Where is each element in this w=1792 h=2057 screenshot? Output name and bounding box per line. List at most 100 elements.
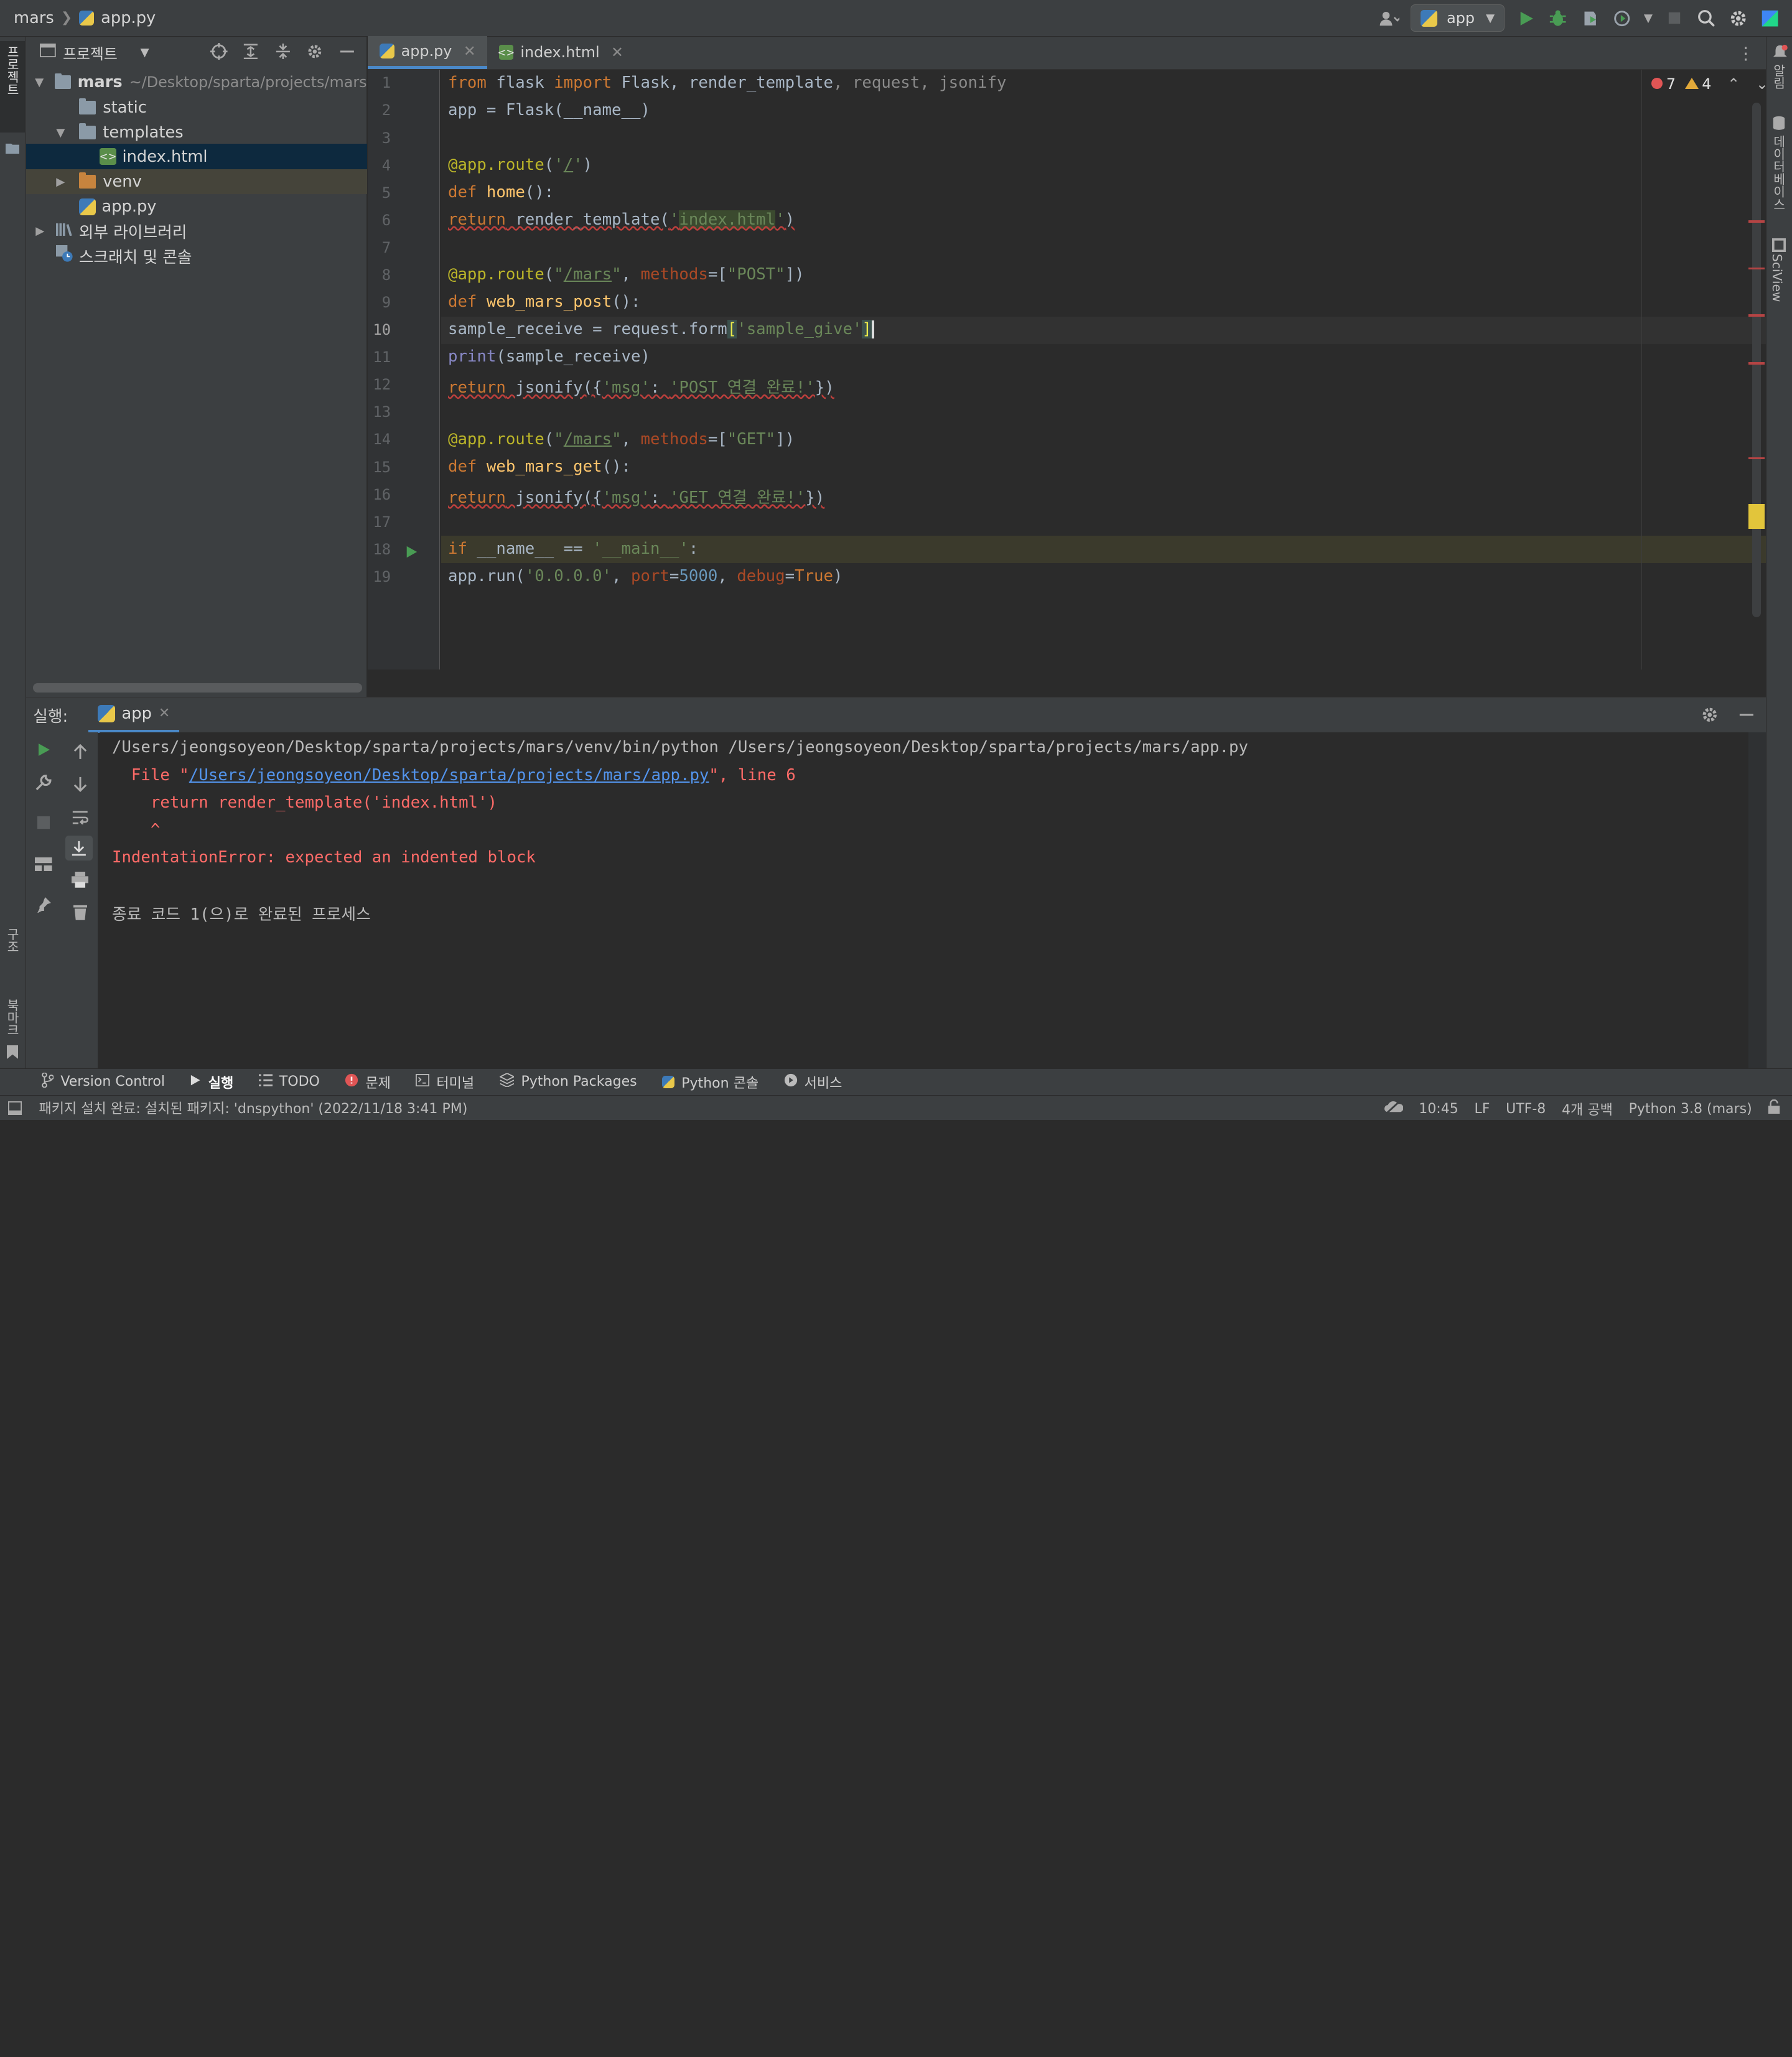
code-line[interactable] bbox=[441, 508, 1766, 536]
tool-tab-run[interactable]: 실행 bbox=[190, 1072, 233, 1092]
code-line[interactable] bbox=[441, 124, 1766, 152]
tree-item-templates[interactable]: ▼ templates bbox=[26, 120, 366, 145]
print-icon[interactable] bbox=[70, 870, 90, 890]
tree-item-app-py[interactable]: app.py bbox=[26, 194, 366, 219]
tab-app-py[interactable]: app.py ✕ bbox=[368, 35, 488, 70]
tool-tab-python-packages[interactable]: Python Packages bbox=[498, 1072, 637, 1091]
notifications-tool-button[interactable]: 알림 bbox=[1770, 64, 1788, 89]
profile-icon[interactable] bbox=[1612, 8, 1632, 29]
code-line[interactable]: @app.route("/mars", methods=["GET"]) bbox=[441, 426, 1766, 454]
code-line[interactable]: app = Flask(__name__) bbox=[441, 97, 1766, 124]
tool-tab-services[interactable]: 서비스 bbox=[784, 1072, 842, 1092]
error-stripe-mark[interactable] bbox=[1748, 314, 1765, 317]
settings-gear-icon[interactable] bbox=[1728, 8, 1748, 29]
console-file-link[interactable]: /Users/jeongsoyeon/Desktop/sparta/projec… bbox=[189, 766, 709, 785]
breadcrumb-project[interactable]: mars bbox=[14, 9, 54, 27]
code-line-highlighted[interactable]: if __name__ == '__main__': bbox=[441, 536, 1766, 564]
project-tool-button[interactable]: 프로젝트 bbox=[4, 45, 22, 96]
toggle-tool-windows-icon[interactable] bbox=[7, 1101, 22, 1119]
code-line[interactable] bbox=[441, 399, 1766, 426]
warning-count[interactable]: 4 bbox=[1684, 75, 1711, 93]
sciview-tool-button[interactable]: SciView bbox=[1770, 254, 1785, 302]
code-line[interactable]: from flask import Flask, render_template… bbox=[441, 70, 1766, 97]
code-line[interactable] bbox=[441, 235, 1766, 262]
code-line[interactable]: app.run('0.0.0.0', port=5000, debug=True… bbox=[441, 563, 1766, 590]
caret-position[interactable]: 10:45 bbox=[1419, 1101, 1458, 1117]
line-separator[interactable]: LF bbox=[1474, 1101, 1490, 1117]
code-line[interactable]: return jsonify({'msg': 'POST 연결 완료!'}) bbox=[441, 371, 1766, 399]
bookmarks-tool-button[interactable]: 북마크 bbox=[4, 999, 22, 1037]
close-tab-icon[interactable]: ✕ bbox=[464, 42, 476, 60]
code-line[interactable]: @app.route('/') bbox=[441, 152, 1766, 179]
chevron-down-icon[interactable]: ▼ bbox=[31, 76, 48, 89]
vcs-user-icon[interactable] bbox=[1379, 8, 1399, 29]
database-tool-button[interactable]: 데이터베이스 bbox=[1770, 135, 1788, 210]
soft-wrap-icon[interactable] bbox=[70, 807, 90, 828]
next-highlight-icon[interactable]: ⌄ bbox=[1756, 75, 1768, 93]
previous-highlight-icon[interactable]: ⌃ bbox=[1727, 75, 1740, 93]
tool-tab-todo[interactable]: TODO bbox=[258, 1074, 320, 1090]
project-view-selector[interactable]: 프로젝트 bbox=[63, 42, 118, 63]
error-stripe-mark[interactable] bbox=[1748, 267, 1765, 270]
notification-bell-icon[interactable] bbox=[1772, 44, 1788, 65]
code-line[interactable]: return render_template('index.html') bbox=[441, 207, 1766, 234]
lock-icon[interactable] bbox=[1768, 1099, 1780, 1118]
tool-tab-version-control[interactable]: Version Control bbox=[41, 1072, 165, 1091]
tool-tab-python-console[interactable]: Python 콘솔 bbox=[662, 1072, 758, 1092]
error-stripe-mark[interactable] bbox=[1748, 220, 1765, 223]
code-editor[interactable]: from flask import Flask, render_template… bbox=[441, 70, 1766, 670]
hide-panel-icon[interactable] bbox=[337, 41, 357, 62]
trash-icon[interactable] bbox=[70, 902, 90, 922]
tree-item-index-html[interactable]: <> index.html bbox=[26, 144, 367, 169]
search-icon[interactable] bbox=[1696, 8, 1717, 29]
tool-tab-problems[interactable]: 문제 bbox=[345, 1072, 391, 1092]
background-tasks-icon[interactable] bbox=[1384, 1099, 1404, 1118]
code-line[interactable]: @app.route("/mars", methods=["POST"]) bbox=[441, 262, 1766, 289]
more-run-chevron-icon[interactable]: ▼ bbox=[1644, 12, 1653, 25]
code-line-current[interactable]: sample_receive = request.form['sample_gi… bbox=[441, 316, 1766, 344]
stop-icon[interactable] bbox=[33, 813, 54, 833]
code-line[interactable]: def home(): bbox=[441, 179, 1766, 207]
tree-item-venv[interactable]: ▶ venv bbox=[26, 169, 367, 195]
warning-stripe-mark[interactable] bbox=[1748, 503, 1765, 529]
inspection-widget[interactable]: 7 4 ⌃ ⌄ bbox=[1641, 75, 1768, 93]
coverage-icon[interactable] bbox=[1580, 8, 1600, 29]
editor-vertical-scrollbar[interactable] bbox=[1752, 103, 1762, 617]
tool-tab-terminal[interactable]: 터미널 bbox=[416, 1072, 474, 1092]
jetbrains-logo-icon[interactable] bbox=[1760, 8, 1781, 29]
horizontal-scrollbar[interactable] bbox=[33, 683, 363, 693]
run-configuration-select[interactable]: app ▼ bbox=[1411, 4, 1505, 32]
pin-icon[interactable] bbox=[33, 895, 54, 915]
run-gutter-icon[interactable] bbox=[404, 542, 418, 563]
code-line[interactable]: def web_mars_post(): bbox=[441, 289, 1766, 317]
stop-icon[interactable] bbox=[1664, 8, 1684, 29]
scroll-to-end-icon[interactable] bbox=[65, 835, 93, 861]
tab-index-html[interactable]: <> index.html ✕ bbox=[487, 36, 635, 69]
code-line[interactable]: return jsonify({'msg': 'GET 연결 완료!'}) bbox=[441, 481, 1766, 508]
indent-setting[interactable]: 4개 공백 bbox=[1562, 1099, 1613, 1119]
chevron-down-icon[interactable]: ▼ bbox=[52, 126, 70, 139]
arrow-down-icon[interactable] bbox=[70, 773, 90, 794]
layout-icon[interactable] bbox=[33, 854, 54, 874]
code-line[interactable]: def web_mars_get(): bbox=[441, 454, 1766, 481]
close-tab-icon[interactable]: ✕ bbox=[159, 706, 170, 721]
more-vertical-icon[interactable]: ⋮ bbox=[1737, 44, 1755, 63]
run-icon[interactable] bbox=[1516, 8, 1536, 29]
python-interpreter[interactable]: Python 3.8 (mars) bbox=[1629, 1101, 1752, 1117]
structure-tool-button[interactable]: 구조 bbox=[4, 928, 22, 953]
tree-item-external-libraries[interactable]: ▶ 외부 라이브러리 bbox=[26, 218, 366, 243]
code-line[interactable]: print(sample_receive) bbox=[441, 344, 1766, 371]
file-encoding[interactable]: UTF-8 bbox=[1506, 1101, 1546, 1117]
chevron-down-icon[interactable]: ▼ bbox=[141, 46, 149, 59]
chevron-right-icon[interactable]: ▶ bbox=[52, 175, 70, 189]
arrow-up-icon[interactable] bbox=[70, 742, 90, 762]
close-tab-icon[interactable]: ✕ bbox=[611, 44, 623, 61]
debug-icon[interactable] bbox=[1548, 8, 1569, 29]
panel-settings-gear-icon[interactable] bbox=[304, 41, 325, 62]
rerun-icon[interactable] bbox=[33, 739, 54, 760]
run-settings-gear-icon[interactable] bbox=[1699, 704, 1720, 725]
wrench-icon[interactable] bbox=[33, 773, 54, 793]
collapse-all-icon[interactable] bbox=[273, 41, 293, 62]
run-console-output[interactable]: /Users/jeongsoyeon/Desktop/sparta/projec… bbox=[99, 732, 1748, 1069]
tree-item-static[interactable]: static bbox=[26, 95, 366, 119]
